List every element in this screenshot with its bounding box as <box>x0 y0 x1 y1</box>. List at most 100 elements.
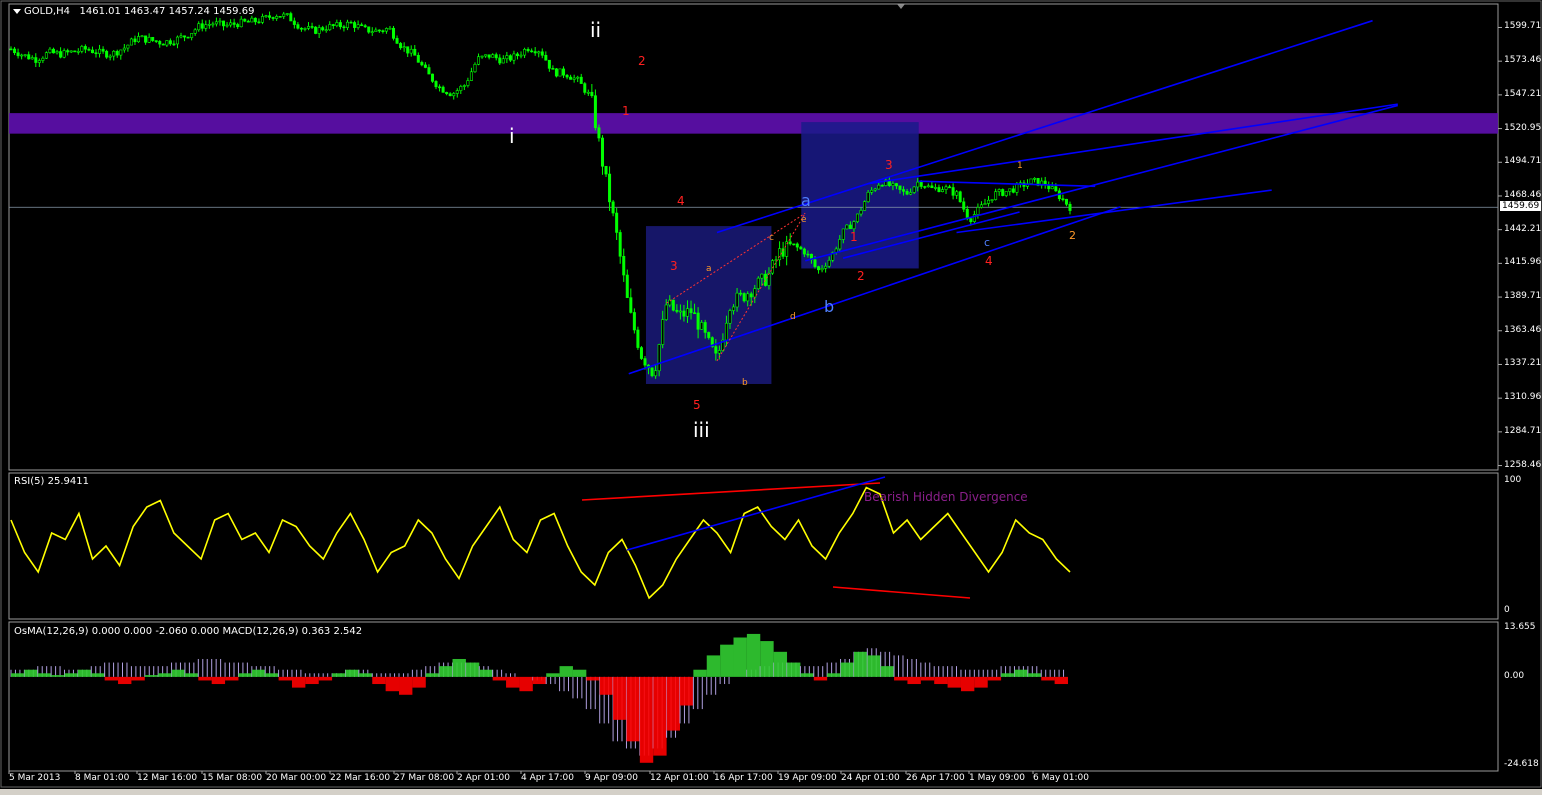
osma-bar <box>546 673 560 677</box>
candle-body <box>597 127 601 139</box>
candle-body <box>824 265 828 269</box>
candle-body <box>608 173 612 203</box>
candle-body <box>257 21 261 24</box>
candle-body <box>1061 198 1065 201</box>
candle-body <box>898 185 902 190</box>
x-tick-label: 4 Apr 17:00 <box>521 773 574 783</box>
candle-body <box>583 83 587 93</box>
candle-body <box>661 319 665 345</box>
rsi-tick-label: 0 <box>1504 605 1510 615</box>
rsi-annotation: Bearish Hidden Divergence <box>864 490 1028 504</box>
candle-body <box>87 48 91 51</box>
candle-body <box>618 232 622 257</box>
candle-body <box>547 59 551 69</box>
candle-body <box>813 259 817 267</box>
osma-bar <box>880 666 895 677</box>
candle-body <box>328 24 332 31</box>
candle-body <box>484 54 488 57</box>
candle-body <box>515 53 519 57</box>
candle-body <box>572 77 576 80</box>
candle-body <box>402 46 406 49</box>
candle-body <box>569 76 573 80</box>
osma-bar <box>305 676 319 685</box>
candle-body <box>937 187 941 193</box>
x-tick-label: 15 Mar 08:00 <box>202 773 263 783</box>
candle-body <box>944 186 948 190</box>
candle-body <box>501 58 505 64</box>
candle-body <box>384 28 388 32</box>
osma-bar <box>773 651 788 677</box>
candle-body <box>448 93 452 97</box>
wave-label: 2 <box>857 269 865 283</box>
candle-body <box>544 54 548 61</box>
candle-body <box>724 322 728 341</box>
candle-body <box>197 23 201 31</box>
osma-bar <box>626 676 640 742</box>
candle-body <box>1001 189 1005 196</box>
candle-body <box>282 13 286 17</box>
x-tick-label: 24 Apr 01:00 <box>841 773 900 783</box>
osma-bar <box>104 676 119 681</box>
chart-svg <box>0 0 1542 788</box>
osma-bar <box>64 673 78 677</box>
price-tick-label: 1494.71 <box>1504 156 1542 167</box>
macd-tick-label: 0.00 <box>1504 670 1525 681</box>
candle-body <box>551 68 555 70</box>
osma-bar <box>1054 676 1068 685</box>
candle-body <box>122 47 126 51</box>
candle-body <box>894 183 898 187</box>
candle-body <box>685 308 689 317</box>
candle-body <box>590 91 594 96</box>
candle-body <box>1015 183 1019 193</box>
candle-body <box>863 201 867 211</box>
candle-body <box>246 20 250 23</box>
osma-bar <box>800 673 814 677</box>
osma-bar <box>372 676 386 685</box>
candle-body <box>232 22 236 25</box>
candle-body <box>140 35 144 38</box>
candle-body <box>30 57 34 60</box>
osma-bar <box>733 637 747 677</box>
candle-body <box>462 85 466 87</box>
candle-body <box>278 16 282 18</box>
candle-body <box>296 24 300 29</box>
candle-body <box>636 329 640 348</box>
candle-body <box>696 312 700 330</box>
candle-body <box>441 86 445 93</box>
candle-body <box>1029 178 1033 184</box>
candle-body <box>264 15 268 17</box>
candle-body <box>161 43 165 46</box>
candle-body <box>1004 191 1008 196</box>
osma-bar <box>853 651 868 677</box>
osma-bar <box>345 669 359 677</box>
candle-body <box>1050 186 1054 190</box>
candle-body <box>629 297 633 313</box>
candle-body <box>639 347 643 359</box>
candle-body <box>880 184 884 187</box>
candle-body <box>335 22 339 27</box>
candle-body <box>370 31 374 33</box>
wave-label: ii <box>590 18 602 42</box>
candle-body <box>62 50 66 58</box>
candle-body <box>611 201 615 214</box>
osma-bar <box>760 641 774 677</box>
bottom-scrollbar[interactable] <box>0 789 1542 795</box>
price-tick-label: 1547.21 <box>1504 88 1542 99</box>
candle-body <box>802 248 806 255</box>
candle-body <box>388 27 392 30</box>
candle-body <box>586 91 590 94</box>
candle-body <box>657 344 661 372</box>
price-tick-label: 1442.21 <box>1504 223 1542 234</box>
candle-body <box>643 358 647 366</box>
candle-body <box>604 165 608 175</box>
osma-bar <box>11 673 25 677</box>
candle-body <box>491 54 495 58</box>
candle-body <box>664 304 668 320</box>
rsi-panel-frame <box>8 472 1499 620</box>
candle-body <box>90 49 94 54</box>
rsi-divergence-lower <box>832 586 971 599</box>
candle-body <box>763 273 767 286</box>
candle-body <box>204 24 208 29</box>
osma-bar <box>947 676 961 688</box>
osma-bar <box>238 673 252 677</box>
